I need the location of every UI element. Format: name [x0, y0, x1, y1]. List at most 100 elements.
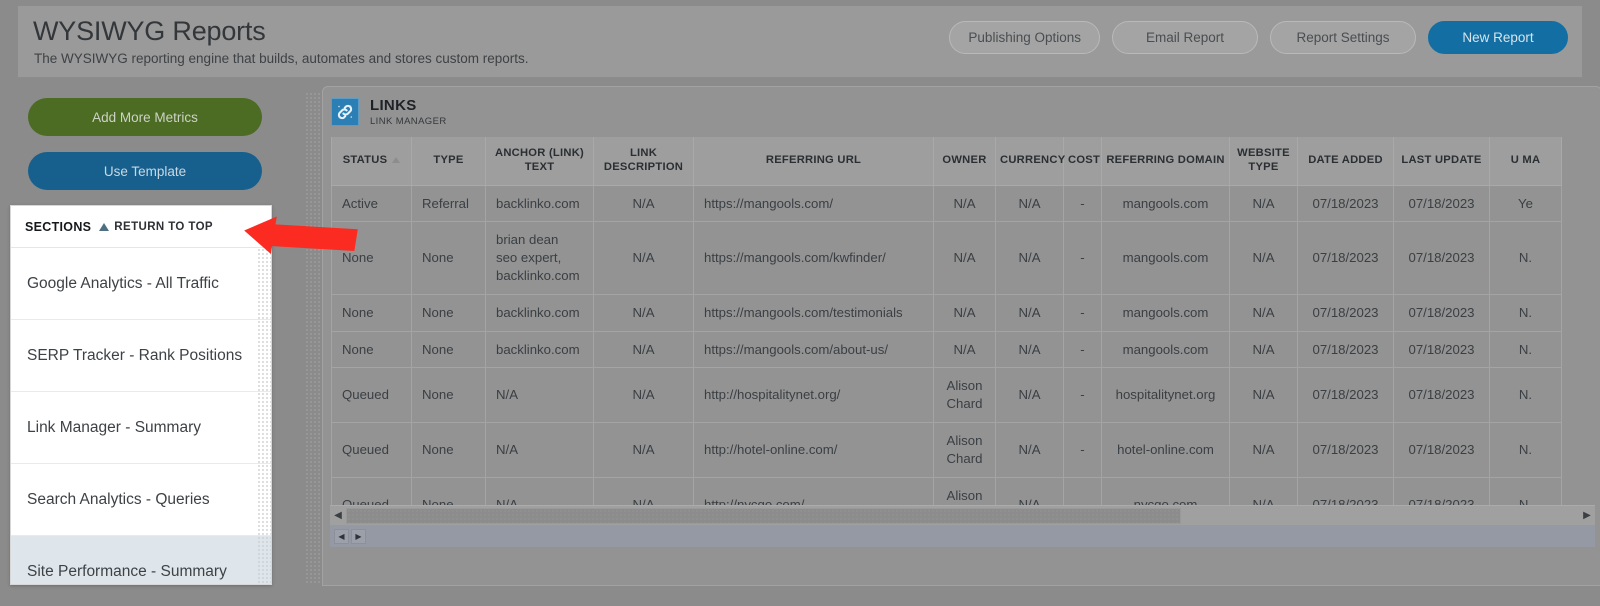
sidebar-item-google-analytics[interactable]: Google Analytics - All Traffic	[11, 248, 271, 320]
cell-referring-url: https://mangools.com/	[694, 185, 934, 222]
cell-website-type: N/A	[1230, 222, 1298, 294]
email-report-button[interactable]: Email Report	[1112, 21, 1258, 54]
page-subtitle: The WYSIWYG reporting engine that builds…	[34, 51, 528, 66]
cell-status: Active	[332, 185, 412, 222]
sidebar-item-serp-tracker[interactable]: SERP Tracker - Rank Positions	[11, 320, 271, 392]
pager-next-button[interactable]: ▶	[351, 529, 366, 544]
cell-owner: Alison Chard	[934, 423, 996, 478]
cell-owner: N/A	[934, 222, 996, 294]
cell-anchor-text: N/A	[486, 423, 594, 478]
column-header-currency[interactable]: CURRENCY	[996, 137, 1064, 185]
table-pager: ◀ ▶	[330, 525, 1595, 547]
column-header-type[interactable]: TYPE	[412, 137, 486, 185]
scroll-right-arrow-icon[interactable]: ▶	[1579, 507, 1595, 525]
cell-anchor-text: backlinko.com	[486, 331, 594, 368]
sort-ascending-icon	[392, 157, 400, 163]
cell-referring-url: https://mangools.com/about-us/	[694, 331, 934, 368]
cell-currency: N/A	[996, 368, 1064, 423]
add-more-metrics-button[interactable]: Add More Metrics	[28, 98, 262, 136]
cell-referring-domain: mangools.com	[1102, 294, 1230, 331]
cell-referring-domain: hotel-online.com	[1102, 423, 1230, 478]
cell-referring-domain: mangools.com	[1102, 222, 1230, 294]
new-report-button[interactable]: New Report	[1428, 21, 1568, 54]
return-to-top-link[interactable]: RETURN TO TOP	[99, 221, 213, 233]
sections-panel: SECTIONS RETURN TO TOP Google Analytics …	[10, 205, 272, 585]
links-table-wrapper: STATUS TYPE ANCHOR (LINK) TEXT LINK DESC…	[323, 137, 1600, 532]
cell-last-modified: N.	[1490, 331, 1562, 368]
cell-owner: Alison Chard	[934, 368, 996, 423]
links-panel-header: LINKS LINK MANAGER	[323, 87, 1600, 137]
cell-cost: -	[1064, 294, 1102, 331]
sidebar-item-site-performance[interactable]: Site Performance - Summary	[11, 536, 271, 585]
cell-link-description: N/A	[594, 185, 694, 222]
cell-referring-url: https://mangools.com/kwfinder/	[694, 222, 934, 294]
column-header-last-modified[interactable]: U MA	[1490, 137, 1562, 185]
links-table-header-row: STATUS TYPE ANCHOR (LINK) TEXT LINK DESC…	[332, 137, 1562, 185]
cell-status: None	[332, 294, 412, 331]
cell-currency: N/A	[996, 294, 1064, 331]
column-header-cost[interactable]: COST	[1064, 137, 1102, 185]
panel-resize-grip[interactable]	[305, 92, 320, 584]
cell-last-update: 07/18/2023	[1394, 294, 1490, 331]
cell-link-description: N/A	[594, 368, 694, 423]
report-settings-button[interactable]: Report Settings	[1270, 21, 1416, 54]
column-header-anchor-text[interactable]: ANCHOR (LINK) TEXT	[486, 137, 594, 185]
cell-referring-domain: mangools.com	[1102, 185, 1230, 222]
publishing-options-button[interactable]: Publishing Options	[949, 21, 1100, 54]
cell-referring-domain: mangools.com	[1102, 331, 1230, 368]
column-header-status[interactable]: STATUS	[332, 137, 412, 185]
cell-type: None	[412, 331, 486, 368]
cell-website-type: N/A	[1230, 331, 1298, 368]
table-row[interactable]: QueuedNoneN/AN/Ahttp://hotel-online.com/…	[332, 423, 1562, 478]
page-root: WYSIWYG Reports The WYSIWYG reporting en…	[0, 0, 1600, 606]
cell-referring-url: http://hospitalitynet.org/	[694, 368, 934, 423]
table-row[interactable]: NoneNonebrian dean seo expert, backlinko…	[332, 222, 1562, 294]
cell-last-update: 07/18/2023	[1394, 222, 1490, 294]
sidebar-item-search-analytics[interactable]: Search Analytics - Queries	[11, 464, 271, 536]
cell-anchor-text: brian dean seo expert, backlinko.com	[486, 222, 594, 294]
cell-website-type: N/A	[1230, 185, 1298, 222]
cell-link-description: N/A	[594, 294, 694, 331]
column-header-date-added[interactable]: DATE ADDED	[1298, 137, 1394, 185]
cell-date-added: 07/18/2023	[1298, 294, 1394, 331]
table-row[interactable]: NoneNonebacklinko.comN/Ahttps://mangools…	[332, 331, 1562, 368]
table-row[interactable]: QueuedNoneN/AN/Ahttp://hospitalitynet.or…	[332, 368, 1562, 423]
sections-header: SECTIONS RETURN TO TOP	[11, 206, 271, 248]
cell-cost: -	[1064, 423, 1102, 478]
scrollbar-track[interactable]	[346, 507, 1579, 525]
cell-status: Queued	[332, 423, 412, 478]
cell-cost: -	[1064, 368, 1102, 423]
scroll-left-arrow-icon[interactable]: ◀	[330, 507, 346, 525]
column-header-website-type[interactable]: WEBSITE TYPE	[1230, 137, 1298, 185]
sidebar-item-link-manager[interactable]: Link Manager - Summary	[11, 392, 271, 464]
cell-last-modified: N.	[1490, 222, 1562, 294]
cell-website-type: N/A	[1230, 368, 1298, 423]
cell-cost: -	[1064, 222, 1102, 294]
cell-currency: N/A	[996, 222, 1064, 294]
cell-type: None	[412, 222, 486, 294]
cell-type: None	[412, 294, 486, 331]
cell-cost: -	[1064, 331, 1102, 368]
column-header-referring-domain[interactable]: REFERRING DOMAIN	[1102, 137, 1230, 185]
links-table-body: ActiveReferralbacklinko.comN/Ahttps://ma…	[332, 185, 1562, 532]
column-header-last-update[interactable]: LAST UPDATE	[1394, 137, 1490, 185]
cell-last-update: 07/18/2023	[1394, 423, 1490, 478]
cell-last-update: 07/18/2023	[1394, 331, 1490, 368]
use-template-button[interactable]: Use Template	[28, 152, 262, 190]
column-header-owner[interactable]: OWNER	[934, 137, 996, 185]
table-row[interactable]: NoneNonebacklinko.comN/Ahttps://mangools…	[332, 294, 1562, 331]
cell-website-type: N/A	[1230, 294, 1298, 331]
column-header-referring-url[interactable]: REFERRING URL	[694, 137, 934, 185]
cell-status: None	[332, 222, 412, 294]
pager-prev-button[interactable]: ◀	[334, 529, 349, 544]
cell-last-modified: Ye	[1490, 185, 1562, 222]
column-header-link-description[interactable]: LINK DESCRIPTION	[594, 137, 694, 185]
table-row[interactable]: ActiveReferralbacklinko.comN/Ahttps://ma…	[332, 185, 1562, 222]
cell-anchor-text: backlinko.com	[486, 294, 594, 331]
cell-currency: N/A	[996, 423, 1064, 478]
cell-last-update: 07/18/2023	[1394, 368, 1490, 423]
horizontal-scrollbar[interactable]: ◀ ▶	[330, 505, 1595, 525]
cell-date-added: 07/18/2023	[1298, 368, 1394, 423]
scrollbar-thumb[interactable]	[346, 508, 1181, 524]
cell-anchor-text: backlinko.com	[486, 185, 594, 222]
